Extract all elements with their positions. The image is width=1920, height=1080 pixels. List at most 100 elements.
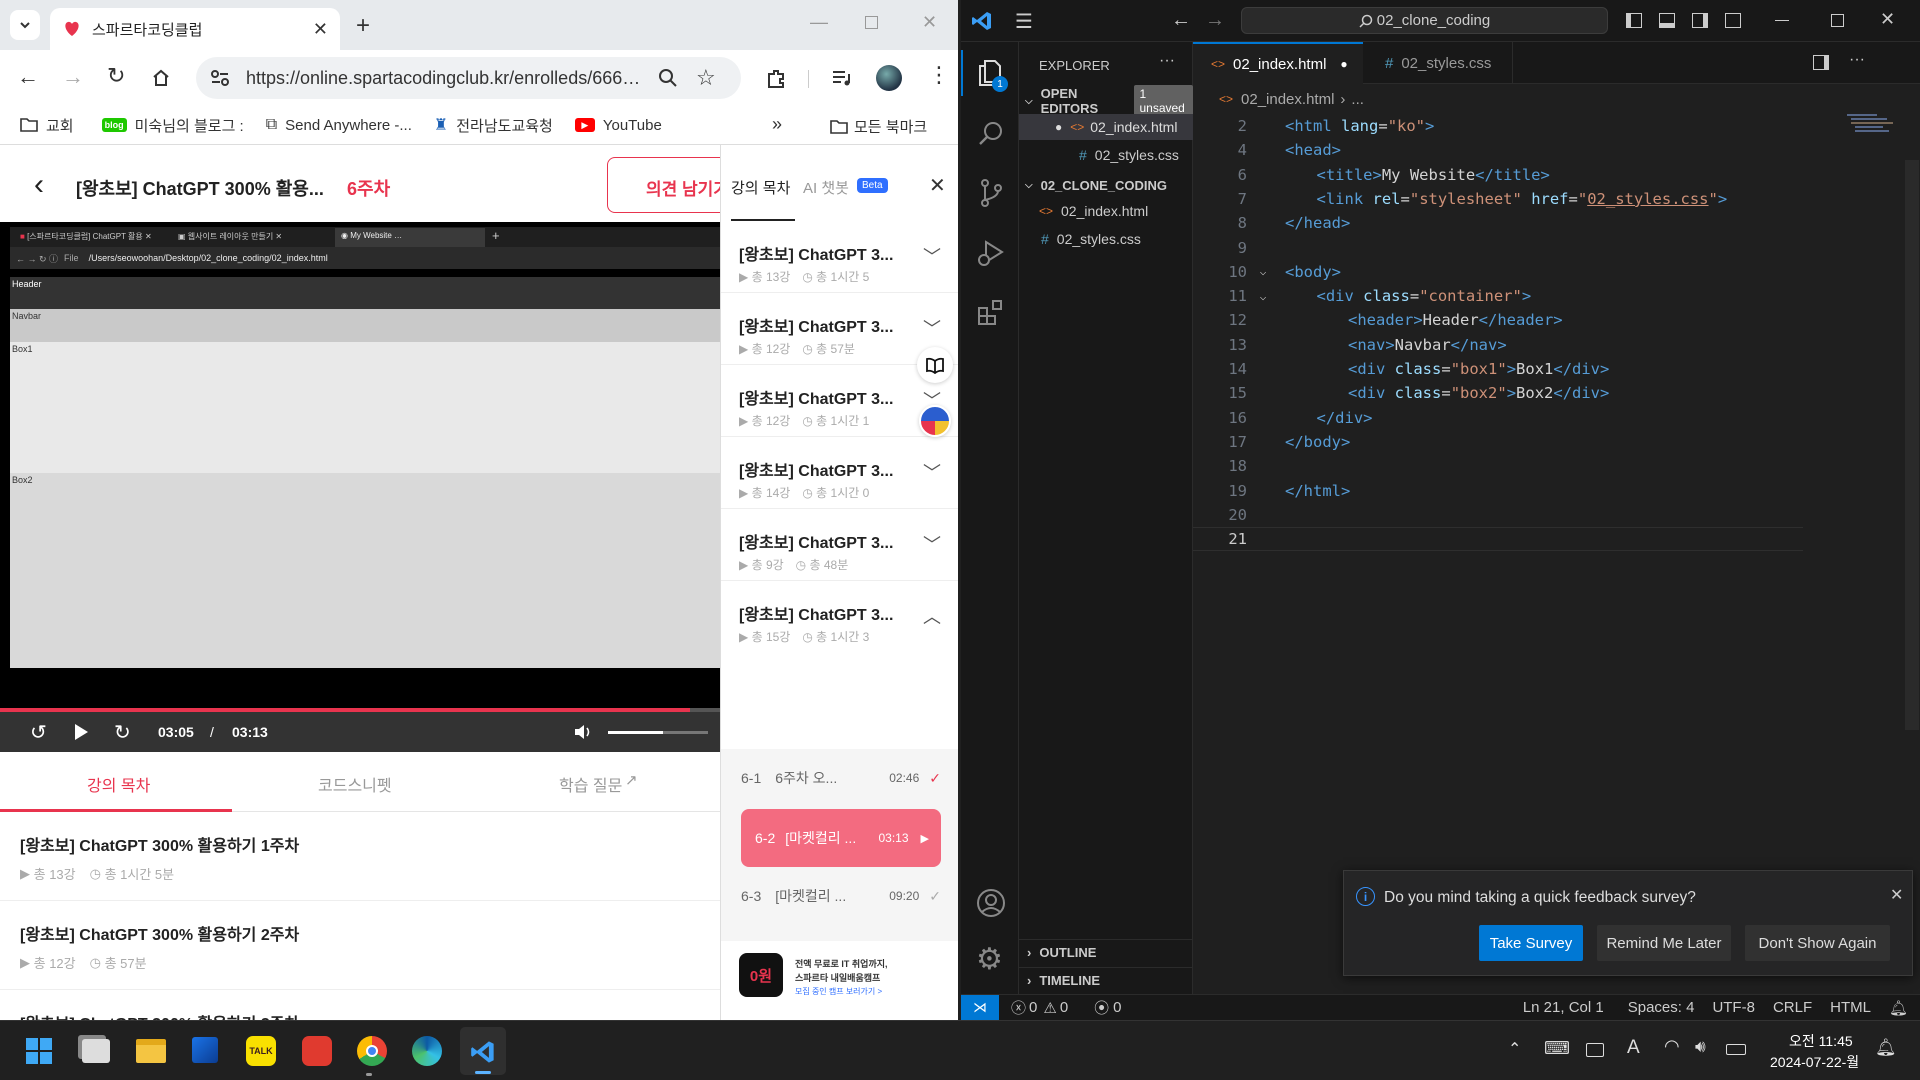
editor-tab[interactable]: # 02_styles.css [1363, 42, 1513, 84]
code-line[interactable]: 15 <div class="box2">Box2</div> [1193, 381, 1803, 405]
profile-avatar[interactable] [876, 65, 902, 91]
list-item[interactable]: [왕초보] ChatGPT 300% 활용하기 3주차 [0, 990, 720, 1020]
remind-later-button[interactable]: Remind Me Later [1597, 925, 1731, 961]
edge-icon[interactable] [412, 1036, 442, 1066]
unsaved-dot-icon[interactable]: ● [1340, 57, 1347, 71]
address-bar[interactable]: https://online.spartacodingclub.kr/enrol… [196, 57, 741, 99]
minimize-button[interactable] [1775, 20, 1789, 21]
notification-center-icon[interactable]: 🔔︎ [1875, 1038, 1897, 1058]
side-week-item[interactable]: [왕초보] ChatGPT 3... ▶ 총 15강 ◷ 총 1시간 3 ︿ [721, 581, 958, 653]
tab-question[interactable]: 학습 질문 [559, 772, 622, 796]
code-line[interactable]: 21 [1193, 527, 1803, 552]
battery-icon[interactable] [1726, 1044, 1746, 1055]
maximize-button[interactable] [865, 16, 878, 29]
tab-search-button[interactable] [10, 10, 40, 40]
fold-chevron-icon[interactable]: ⌵ [1251, 265, 1275, 278]
window-close-button[interactable]: ✕ [922, 12, 937, 33]
line-ending[interactable]: CRLF [1773, 999, 1812, 1016]
code-line[interactable]: 16 </div> [1193, 406, 1803, 430]
video-player[interactable]: ■ [스파르타코딩클럽] ChatGPT 활용 ✕ ▣ 웹사이트 레이아웃 만들… [0, 222, 720, 752]
code-line[interactable]: 4 <head> [1193, 138, 1803, 162]
forward-icon[interactable]: → [62, 64, 84, 90]
settings-gear-icon[interactable]: ⚙ [976, 942, 1003, 977]
code-editor[interactable]: 2 <html lang="ko"> 4 <head> 6 <title>My Websi… [1193, 114, 1803, 554]
search-icon[interactable] [977, 120, 1005, 148]
window-close-button[interactable]: ✕ [1880, 9, 1895, 30]
site-settings-icon[interactable] [208, 66, 232, 90]
tab-ai-chatbot[interactable]: AI 챗봇 [803, 177, 849, 198]
fold-chevron-icon[interactable]: ⌵ [1251, 290, 1275, 303]
minimize-button[interactable]: — [810, 12, 828, 33]
media-icon[interactable] [830, 67, 852, 89]
problems-indicator[interactable]: ⓧ 0 ⚠ 0 [1011, 997, 1068, 1018]
clock-time[interactable]: 오전 11:45 [1789, 1031, 1853, 1051]
code-line[interactable]: 7 <link rel="stylesheet" href="02_styles.… [1193, 187, 1803, 211]
tray-overflow-icon[interactable]: ⌃ [1508, 1039, 1521, 1059]
customize-layout-icon[interactable] [1725, 13, 1741, 28]
indentation[interactable]: Spaces: 4 [1628, 999, 1695, 1016]
open-editor-item[interactable]: ● <> 02_index.html [1019, 114, 1193, 140]
code-line[interactable]: 8 </head> [1193, 211, 1803, 235]
taskbar-vscode-active[interactable] [460, 1027, 506, 1075]
pdf-app-icon[interactable] [302, 1036, 332, 1066]
extensions-icon[interactable] [977, 298, 1005, 326]
ime-icon[interactable]: A [1627, 1037, 1640, 1059]
code-line[interactable]: 14 <div class="box1">Box1</div> [1193, 357, 1803, 381]
browser-tab[interactable]: 스파르타코딩클럽 ✕ [50, 8, 340, 50]
star-icon[interactable]: ☆ [696, 65, 716, 91]
all-bookmarks[interactable]: 모든 북마크 [830, 116, 927, 137]
bookmark-item[interactable]: 교회 [20, 115, 74, 136]
remote-indicator[interactable]: ⋊ [961, 994, 999, 1020]
bookmark-item[interactable]: blog 미숙님의 블로그 : [101, 115, 244, 136]
side-week-item[interactable]: [왕초보] ChatGPT 3... ▶ 총 9강 ◷ 총 48분 ﹀ [721, 509, 958, 581]
file-explorer-icon[interactable] [136, 1039, 166, 1063]
tab-snippet[interactable]: 코드스니펫 [318, 772, 392, 796]
kakaotalk-icon[interactable]: TALK [246, 1036, 276, 1066]
source-control-icon[interactable] [977, 178, 1005, 208]
keyboard-icon[interactable]: ⌨ [1544, 1038, 1570, 1059]
file-item[interactable]: # 02_styles.css [1019, 226, 1193, 252]
chevron-down-icon[interactable]: ﹀ [923, 243, 941, 269]
outline-header[interactable]: › OUTLINE [1019, 939, 1193, 965]
list-item[interactable]: [왕초보] ChatGPT 300% 활용하기 1주차 ▶ 총 13강 ◷ 총 1… [0, 812, 720, 901]
scrollbar[interactable] [1905, 160, 1919, 730]
lesson-item[interactable]: 6-3 [마켓컬리 ... 09:20 ✓ [741, 875, 941, 917]
code-line[interactable]: 17 </body> [1193, 430, 1803, 454]
bookmark-item[interactable]: ▶ YouTube [574, 117, 662, 134]
language-mode[interactable]: HTML [1830, 999, 1871, 1016]
home-icon[interactable] [151, 68, 171, 88]
reload-icon[interactable]: ↻ [107, 63, 125, 89]
open-editor-item[interactable]: # 02_styles.css [1019, 142, 1193, 168]
minimap[interactable] [1847, 112, 1893, 152]
back-icon[interactable]: ← [17, 64, 39, 90]
code-line[interactable]: 18 [1193, 454, 1803, 478]
toggle-sidebar-icon[interactable] [1626, 13, 1642, 28]
toggle-secondary-sidebar-icon[interactable] [1692, 13, 1708, 28]
volume-slider[interactable] [608, 731, 708, 734]
close-icon[interactable]: ✕ [313, 19, 328, 40]
code-line[interactable]: 20 [1193, 503, 1803, 527]
lesson-item[interactable]: 6-1 6주차 오... 02:46 ✓ [741, 757, 941, 799]
chatbot-avatar[interactable] [919, 405, 951, 437]
toggle-panel-icon[interactable] [1659, 13, 1675, 28]
command-center[interactable]: 02_clone_coding [1241, 7, 1608, 34]
more-bookmarks-icon[interactable]: » [772, 114, 782, 135]
notifications-bell-icon[interactable]: 🔔︎ [1889, 999, 1908, 1017]
code-line[interactable]: 9 [1193, 236, 1803, 260]
start-button[interactable] [26, 1038, 52, 1064]
accounts-icon[interactable] [976, 888, 1006, 918]
code-line[interactable]: 13 <nav>Navbar</nav> [1193, 333, 1803, 357]
editor-more-icon[interactable]: ··· [1849, 51, 1865, 69]
touchpad-icon[interactable] [1586, 1043, 1604, 1057]
code-line[interactable]: 19 </html> [1193, 479, 1803, 503]
zoom-icon[interactable] [658, 68, 678, 88]
cursor-position[interactable]: Ln 21, Col 1 [1523, 999, 1604, 1016]
rewind-10-icon[interactable]: ↺ [30, 720, 47, 745]
list-item[interactable]: [왕초보] ChatGPT 300% 활용하기 2주차 ▶ 총 12강 ◷ 총 5… [0, 901, 720, 990]
chevron-up-icon[interactable]: ︿ [923, 603, 941, 629]
close-icon[interactable]: ✕ [1890, 885, 1903, 905]
forward-10-icon[interactable]: ↻ [114, 720, 131, 745]
split-editor-icon[interactable] [1813, 55, 1829, 70]
more-actions-icon[interactable]: ··· [1159, 52, 1175, 70]
code-line[interactable]: 12 <header>Header</header> [1193, 308, 1803, 332]
